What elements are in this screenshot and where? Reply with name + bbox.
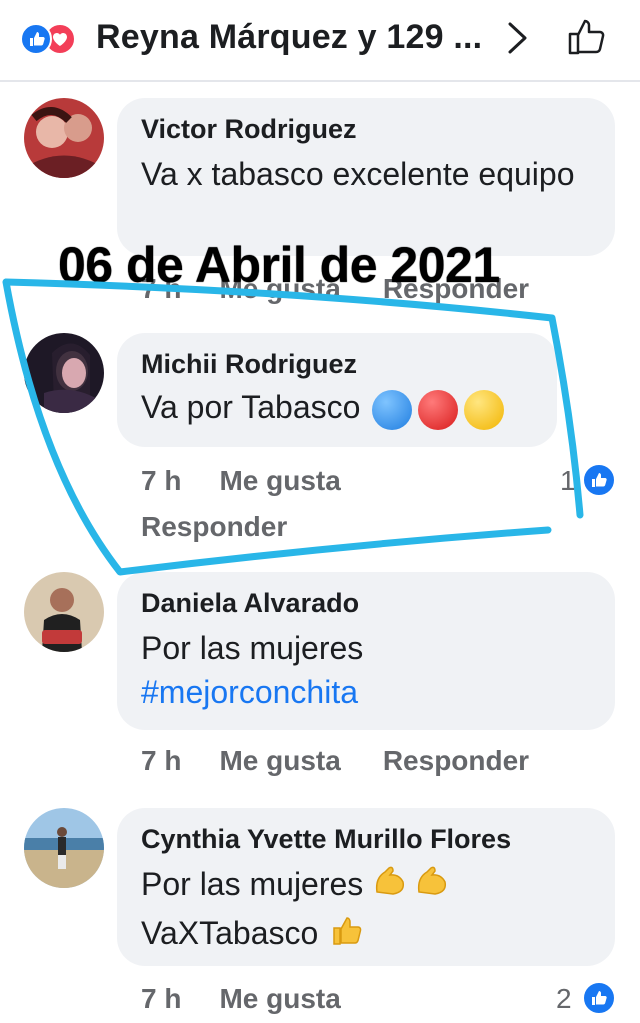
avatar[interactable] [24, 808, 104, 888]
comment-text: Va por Tabasco [141, 385, 533, 430]
comment-author[interactable]: Michii Rodriguez [141, 347, 533, 381]
flexed-biceps-emoji [371, 862, 409, 911]
reply-link[interactable]: Responder [141, 511, 287, 542]
reaction-icons [20, 23, 80, 55]
comment-author[interactable]: Cynthia Yvette Murillo Flores [141, 822, 591, 856]
comment-bubble[interactable]: Victor Rodriguez Va x tabasco excelente … [117, 98, 615, 256]
comment-text-line1: Por las mujeres [141, 862, 591, 911]
comment-text-line2: VaXTabasco [141, 911, 591, 959]
comment-text: Por las mujeres [141, 630, 364, 666]
yellow-circle-emoji [464, 389, 505, 430]
reply-row: Responder [141, 511, 325, 543]
comment-bubble[interactable]: Michii Rodriguez Va por Tabasco [117, 333, 557, 447]
comment-text-value: Va por Tabasco [141, 389, 361, 425]
flexed-biceps-emoji [413, 862, 451, 911]
blue-circle-emoji [372, 389, 413, 430]
comment-text: Va x tabasco excelente equipo [141, 156, 575, 192]
comment-text-value: VaXTabasco [141, 915, 319, 952]
like-badge-icon[interactable] [582, 463, 616, 497]
avatar[interactable] [24, 572, 104, 652]
comment-time: 7 h [141, 983, 182, 1014]
reactions-header[interactable]: Reyna Márquez y 129 ... [0, 0, 640, 82]
comment-actions: 7 h Me gusta [141, 983, 379, 1015]
thumbs-up-emoji [328, 912, 364, 959]
chevron-right-icon[interactable] [505, 20, 531, 56]
comment-time: 7 h [141, 465, 182, 496]
comment-author[interactable]: Daniela Alvarado [141, 586, 591, 620]
like-link[interactable]: Me gusta [219, 465, 340, 496]
comment-text-value: Por las mujeres [141, 866, 364, 902]
like-count: 1 [560, 465, 576, 496]
comment-time: 7 h [141, 745, 182, 776]
reply-link[interactable]: Responder [383, 745, 529, 776]
hashtag-link[interactable]: #mejorconchita [141, 670, 591, 714]
red-circle-emoji [418, 389, 459, 430]
comment-actions: 7 h Me gusta Responder [141, 745, 567, 777]
comment-bubble[interactable]: Cynthia Yvette Murillo Flores Por las mu… [117, 808, 615, 966]
avatar[interactable] [24, 333, 104, 413]
comment-author[interactable]: Victor Rodriguez [141, 112, 591, 146]
date-overlay: 06 de Abril de 2021 [58, 237, 500, 293]
avatar[interactable] [24, 98, 104, 178]
thumbs-up-icon[interactable] [565, 14, 609, 58]
reactions-title[interactable]: Reyna Márquez y 129 ... [96, 18, 482, 57]
like-link[interactable]: Me gusta [219, 983, 340, 1014]
like-badge-icon[interactable] [582, 981, 616, 1015]
like-count: 2 [556, 983, 572, 1014]
like-reaction-icon [20, 23, 52, 55]
comment-bubble[interactable]: Daniela Alvarado Por las mujeres #mejorc… [117, 572, 615, 730]
like-link[interactable]: Me gusta [219, 745, 340, 776]
comment-actions: 7 h Me gusta [141, 465, 379, 497]
